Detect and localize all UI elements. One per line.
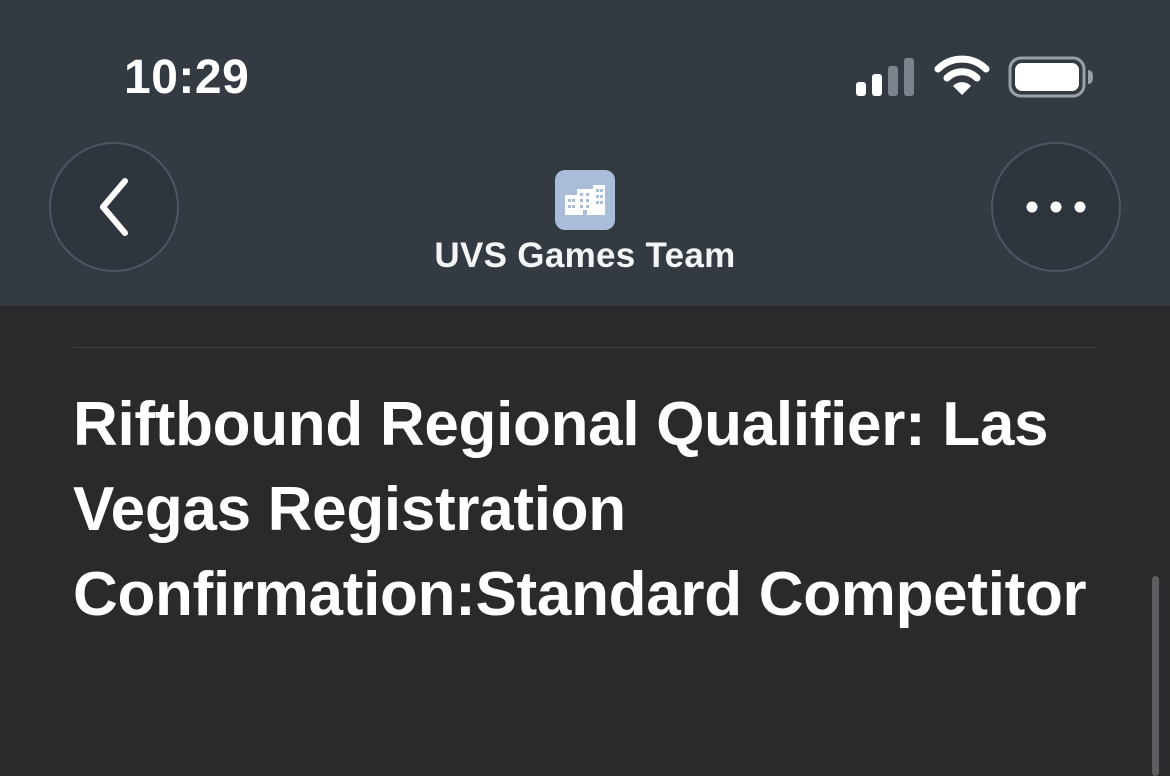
chevron-left-icon (100, 178, 128, 236)
email-screen: 10:29 UVS Games Team Riftbound Regional … (0, 0, 1170, 776)
wifi-icon (934, 55, 990, 95)
cellular-signal-icon (856, 58, 914, 96)
back-button[interactable] (49, 142, 179, 272)
status-time: 10:29 (124, 51, 250, 104)
battery-icon (1008, 56, 1093, 98)
sender-name[interactable]: UVS Games Team (385, 236, 785, 276)
top-header: 10:29 UVS Games Team (0, 0, 1170, 306)
ellipsis-icon (1026, 201, 1086, 213)
scrollbar[interactable] (1152, 576, 1159, 776)
more-options-button[interactable] (991, 142, 1121, 272)
building-icon (565, 185, 605, 215)
divider (73, 347, 1098, 348)
email-subject: Riftbound Regional Qualifier: Las Vegas … (73, 390, 1087, 629)
sender-avatar[interactable] (555, 170, 615, 230)
